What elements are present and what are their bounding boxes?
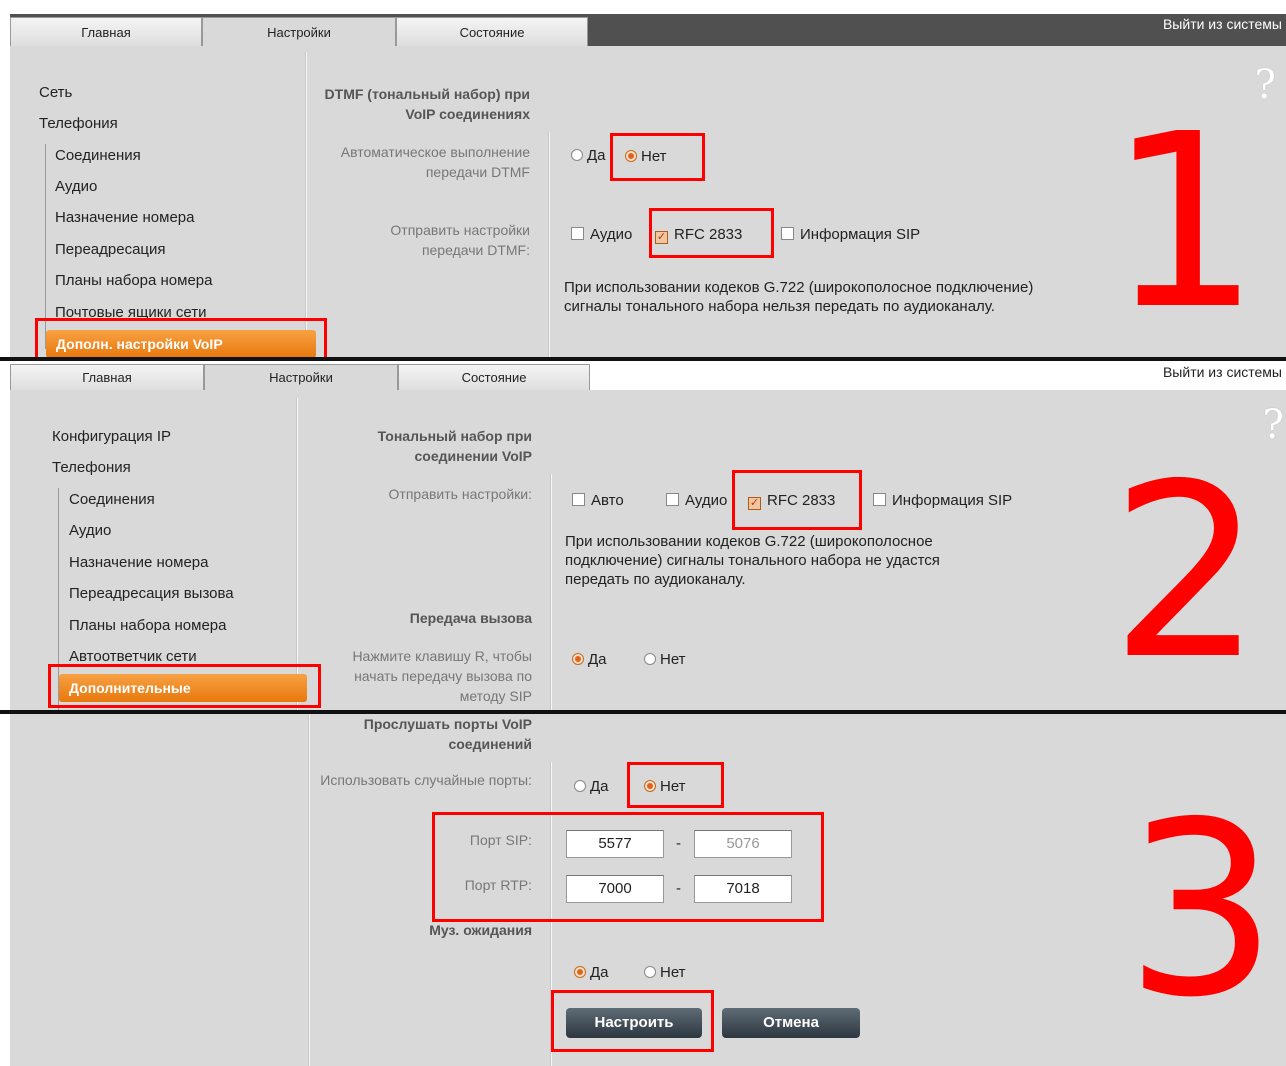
nav-item-telephony[interactable]: Телефония: [39, 115, 118, 132]
auto-dtmf-label: Автоматическое выполнение передачи DTMF: [340, 144, 530, 180]
nav-item-connections[interactable]: Соединения: [55, 147, 141, 164]
annotation-number-2: 2: [1110, 432, 1263, 710]
g722-note: При использовании кодеков G.722 (широкоп…: [565, 533, 940, 588]
section-title-ports: Прослушать порты VoIP соединений: [363, 716, 532, 752]
screenshot-panel-2: Главная Настройки Состояние Выйти из сис…: [10, 362, 1286, 710]
dtmf-sip-info-checkbox[interactable]: Информация SIP: [873, 492, 1012, 509]
send-settings-label: Отправить настройки:: [388, 486, 532, 502]
tab-settings[interactable]: Настройки: [204, 364, 398, 390]
auto-dtmf-yes-radio[interactable]: Да: [571, 147, 606, 164]
section-title-dtmf: DTMF (тональный набор) при VoIP соединен…: [324, 86, 530, 122]
send-dtmf-label: Отправить настройки передачи DTMF:: [390, 222, 530, 258]
tab-bar: Главная Настройки Состояние Выйти из сис…: [10, 14, 1286, 46]
transfer-yes-radio[interactable]: Да: [572, 651, 607, 668]
nav-item-audio[interactable]: Аудио: [69, 522, 111, 539]
nav-item-ip-config[interactable]: Конфигурация IP: [52, 428, 171, 445]
random-ports-label: Использовать случайные порты:: [320, 772, 532, 788]
section-title-transfer: Передача вызова: [409, 610, 532, 626]
annotation-number-3: 3: [1125, 770, 1278, 1050]
tab-status[interactable]: Состояние: [398, 364, 590, 390]
logout-link[interactable]: Выйти из системы: [1163, 16, 1282, 32]
separator: [0, 357, 1286, 361]
dtmf-auto-checkbox[interactable]: Авто: [572, 492, 624, 509]
tab-home[interactable]: Главная: [10, 17, 202, 46]
section-title-tone: Тональный набор при соединении VoIP: [377, 428, 532, 464]
random-ports-yes-radio[interactable]: Да: [574, 778, 609, 795]
highlight-box: [35, 318, 327, 358]
highlight-box: [732, 470, 862, 530]
g722-note: При использовании кодеков G.722 (широкоп…: [564, 279, 1034, 315]
dtmf-audio-checkbox[interactable]: Аудио: [571, 226, 632, 243]
transfer-r-label: Нажмите клавишу R, чтобы начать передачу…: [352, 648, 532, 704]
nav-item-network-answering[interactable]: Автоответчик сети: [69, 648, 197, 665]
cancel-button[interactable]: Отмена: [722, 1008, 860, 1038]
tab-settings[interactable]: Настройки: [202, 17, 396, 46]
form-divider: [550, 474, 552, 710]
music-yes-radio[interactable]: Да: [574, 964, 609, 981]
screenshot-panel-3: Прослушать порты VoIP соединений Использ…: [10, 714, 1286, 1066]
highlight-box: [610, 133, 705, 181]
help-icon[interactable]: ?: [1263, 402, 1284, 448]
annotation-number-1: 1: [1108, 82, 1261, 358]
tab-bar: Главная Настройки Состояние Выйти из сис…: [10, 362, 1286, 390]
section-title-music: Муз. ожидания: [429, 922, 532, 938]
form-divider: [548, 132, 550, 358]
logout-link[interactable]: Выйти из системы: [1163, 364, 1282, 380]
nav-item-number-assignment[interactable]: Назначение номера: [55, 209, 194, 226]
highlight-box: [627, 762, 724, 808]
screenshot-panel-1: Главная Настройки Состояние Выйти из сис…: [10, 14, 1286, 358]
nav-item-call-forwarding[interactable]: Переадресация вызова: [69, 585, 234, 602]
tab-home[interactable]: Главная: [10, 364, 204, 390]
dtmf-sip-info-checkbox[interactable]: Информация SIP: [781, 226, 920, 243]
nav-item-telephony[interactable]: Телефония: [52, 459, 131, 476]
nav-item-connections[interactable]: Соединения: [69, 491, 155, 508]
highlight-box: [432, 812, 824, 922]
highlight-box: [48, 664, 321, 708]
transfer-no-radio[interactable]: Нет: [644, 651, 686, 668]
nav-item-dial-plans[interactable]: Планы набора номера: [69, 617, 227, 634]
dtmf-audio-checkbox[interactable]: Аудио: [666, 492, 727, 509]
nav-divider: [305, 52, 307, 358]
nav-item-forwarding[interactable]: Переадресация: [55, 241, 166, 258]
highlight-box: [649, 208, 774, 258]
music-no-radio[interactable]: Нет: [644, 964, 686, 981]
nav-item-dial-plans[interactable]: Планы набора номера: [55, 272, 213, 289]
highlight-box: [551, 990, 714, 1052]
nav-divider: [308, 714, 310, 1066]
nav-item-number-assignment[interactable]: Назначение номера: [69, 554, 208, 571]
tab-status[interactable]: Состояние: [396, 17, 588, 46]
nav-item-audio[interactable]: Аудио: [55, 178, 97, 195]
nav-item-network[interactable]: Сеть: [39, 84, 72, 101]
